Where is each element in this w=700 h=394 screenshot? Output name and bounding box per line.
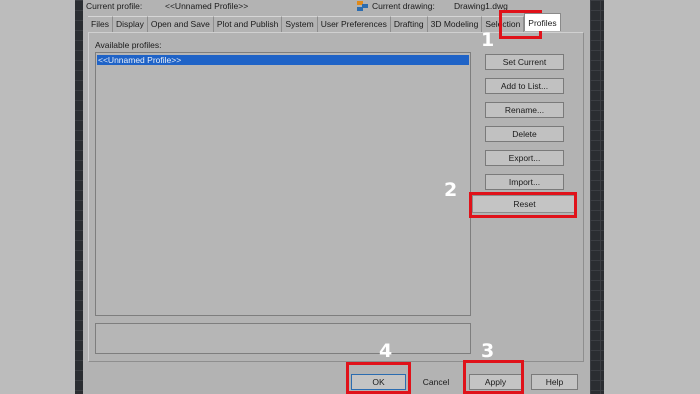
tab-profiles[interactable]: Profiles bbox=[524, 13, 561, 31]
help-button[interactable]: Help bbox=[531, 374, 578, 390]
tab-drafting[interactable]: Drafting bbox=[390, 16, 428, 32]
current-profile-label: Current profile: bbox=[86, 1, 143, 11]
drawing-canvas-edge-left bbox=[75, 0, 83, 394]
drawing-file-icon bbox=[357, 1, 368, 11]
tab-user-preferences[interactable]: User Preferences bbox=[317, 16, 391, 32]
cancel-button[interactable]: Cancel bbox=[410, 374, 462, 390]
export-button[interactable]: Export... bbox=[485, 150, 564, 166]
tab-system[interactable]: System bbox=[282, 16, 318, 32]
tab-plot-and-publish[interactable]: Plot and Publish bbox=[213, 16, 283, 32]
profile-list-item[interactable]: <<Unnamed Profile>> bbox=[97, 55, 469, 65]
drawing-canvas-edge-right bbox=[590, 0, 604, 394]
available-profiles-label: Available profiles: bbox=[95, 40, 162, 50]
callout-box-reset bbox=[469, 192, 577, 218]
tab-3d-modeling[interactable]: 3D Modeling bbox=[427, 16, 483, 32]
profile-description-box bbox=[95, 323, 471, 354]
tab-files[interactable]: Files bbox=[88, 16, 113, 32]
set-current-button[interactable]: Set Current bbox=[485, 54, 564, 70]
tab-display[interactable]: Display bbox=[112, 16, 148, 32]
callout-number-1: 1 bbox=[481, 29, 495, 51]
delete-button[interactable]: Delete bbox=[485, 126, 564, 142]
callout-number-2: 2 bbox=[444, 179, 458, 201]
callout-number-4: 4 bbox=[379, 340, 393, 362]
current-profile-value: <<Unnamed Profile>> bbox=[165, 1, 249, 11]
add-to-list-button[interactable]: Add to List... bbox=[485, 78, 564, 94]
callout-number-3: 3 bbox=[481, 340, 495, 362]
callout-box-apply bbox=[463, 360, 524, 394]
tab-open-and-save[interactable]: Open and Save bbox=[147, 16, 214, 32]
current-drawing-label: Current drawing: bbox=[372, 1, 435, 11]
right-backdrop bbox=[604, 0, 700, 394]
callout-box-ok bbox=[346, 362, 411, 394]
import-button[interactable]: Import... bbox=[485, 174, 564, 190]
left-backdrop bbox=[0, 0, 75, 394]
rename-button[interactable]: Rename... bbox=[485, 102, 564, 118]
profiles-listbox[interactable]: <<Unnamed Profile>> bbox=[95, 52, 471, 316]
